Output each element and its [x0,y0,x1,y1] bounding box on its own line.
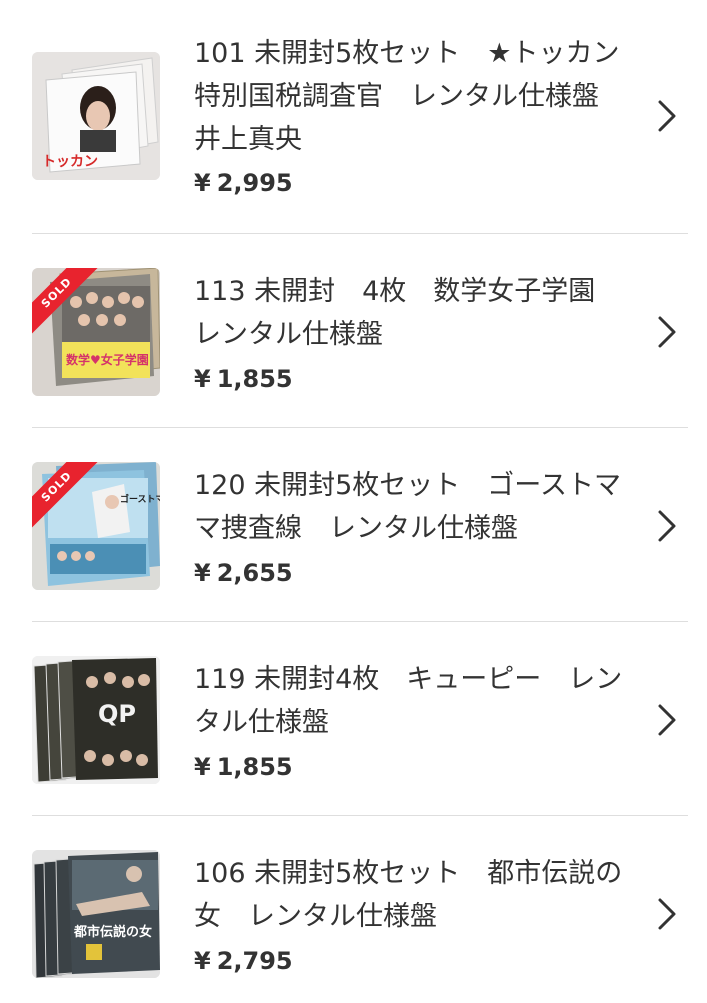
chevron-right-icon[interactable] [652,96,682,136]
cover-title-text: 数学♥女子学園 [66,352,149,367]
currency-symbol: ¥ [194,365,211,393]
product-thumbnail: QP [32,656,160,784]
cover-title-text: トッカン [42,154,98,170]
listing-price: ¥2,995 [194,168,293,198]
listing-title[interactable]: 119 未開封4枚 キューピー レンタル仕様盤 [194,658,624,744]
chevron-right-icon[interactable] [652,506,682,546]
currency-symbol: ¥ [194,947,211,975]
listing-title[interactable]: 113 未開封 4枚 数学女子学園 レンタル仕様盤 [194,270,624,356]
price-value: 1,855 [216,365,293,393]
listing-title[interactable]: 120 未開封5枚セット ゴーストママ捜査線 レンタル仕様盤 [194,464,624,550]
price-value: 2,655 [216,559,293,587]
listing-price: ¥1,855 [194,364,293,394]
listing-price: ¥1,855 [194,752,293,782]
listing-item[interactable]: QP 119 未開封4枚 キューピー レンタル仕様盤 ¥1,855 [0,622,707,816]
listing-price: ¥2,795 [194,946,293,976]
product-thumbnail: トッカン [32,52,160,180]
chevron-right-icon[interactable] [652,894,682,934]
listing-item[interactable]: 都市伝説の女 106 未開封5枚セット 都市伝説の女 レンタル仕様盤 ¥2,79… [0,816,707,1003]
listing-title[interactable]: 101 未開封5枚セット ★トッカン 特別国税調査官 レンタル仕様盤 井上真央 [194,32,647,161]
currency-symbol: ¥ [194,169,211,197]
product-thumbnail: ゴーストママ捜査線 SOLD [32,462,160,590]
product-thumbnail: 都市伝説の女 [32,850,160,978]
chevron-right-icon[interactable] [652,700,682,740]
currency-symbol: ¥ [194,559,211,587]
listing-item[interactable]: ゴーストママ捜査線 SOLD 120 未開封5枚セット ゴーストママ捜査線 レン… [0,428,707,622]
chevron-right-icon[interactable] [652,312,682,352]
product-thumbnail: 数学♥女子学園 SOLD [32,268,160,396]
price-value: 2,795 [216,947,293,975]
cover-title-text: 都市伝説の女 [73,924,152,940]
cover-title-text: ゴーストママ捜査線 [120,493,160,505]
price-value: 2,995 [216,169,293,197]
listing-price: ¥2,655 [194,558,293,588]
listing-item[interactable]: 数学♥女子学園 SOLD 113 未開封 4枚 数学女子学園 レンタル仕様盤 ¥… [0,234,707,428]
currency-symbol: ¥ [194,753,211,781]
cover-title-text: QP [98,700,136,728]
listing-item[interactable]: トッカン 101 未開封5枚セット ★トッカン 特別国税調査官 レンタル仕様盤 … [0,0,707,234]
listing-list: トッカン 101 未開封5枚セット ★トッカン 特別国税調査官 レンタル仕様盤 … [0,0,707,1003]
price-value: 1,855 [216,753,293,781]
listing-title[interactable]: 106 未開封5枚セット 都市伝説の女 レンタル仕様盤 [194,852,624,938]
